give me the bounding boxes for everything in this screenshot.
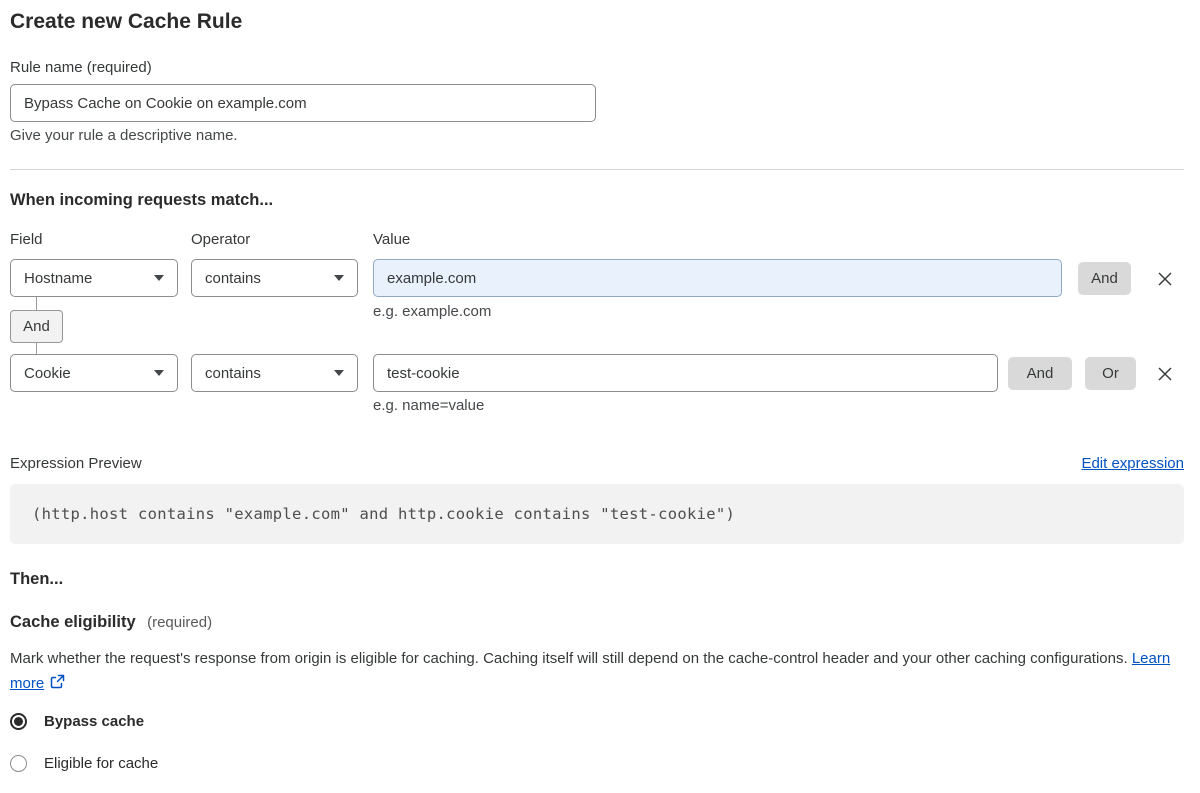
chevron-down-icon [154,275,164,281]
row1-value-hint: e.g. example.com [373,303,492,320]
cache-eligibility-heading: Cache eligibility [10,613,136,631]
expression-code-text: (http.host contains "example.com" and ht… [32,505,736,523]
row2-value-hint: e.g. name=value [373,397,485,414]
section-divider [10,169,1184,170]
row2-value-input[interactable] [373,354,998,392]
external-link-icon [49,673,65,698]
page-title: Create new Cache Rule [10,10,243,33]
row2-and-button[interactable]: And [1008,357,1072,390]
cache-eligibility-description: Mark whether the request's response from… [10,646,1172,698]
rule-name-label: Rule name (required) [10,59,152,76]
column-label-operator: Operator [191,231,251,248]
match-heading: When incoming requests match... [10,191,274,209]
row1-operator-select-value: contains [205,269,261,287]
row2-remove-button[interactable] [1154,363,1176,385]
chevron-down-icon [334,275,344,281]
radio-selected-icon[interactable] [10,713,27,730]
connector-and-button[interactable]: And [10,310,63,343]
edit-expression-link[interactable]: Edit expression [1081,455,1184,472]
description-text: Mark whether the request's response from… [10,650,1128,667]
row2-or-button[interactable]: Or [1085,357,1136,390]
chevron-down-icon [334,370,344,376]
close-icon [1158,367,1172,381]
radio-option-eligible-for-cache[interactable]: Eligible for cache [10,755,158,772]
rule-name-input[interactable] [10,84,596,122]
row1-field-select[interactable]: Hostname [10,259,178,297]
rule-name-helper: Give your rule a descriptive name. [10,127,238,144]
row1-field-select-value: Hostname [24,269,93,287]
row1-value-input[interactable] [373,259,1062,297]
row1-remove-button[interactable] [1154,268,1176,290]
radio-bypass-label: Bypass cache [44,713,145,730]
row2-operator-select[interactable]: contains [191,354,358,392]
column-label-field: Field [10,231,43,248]
radio-option-bypass-cache[interactable]: Bypass cache [10,713,144,730]
expression-preview-code: (http.host contains "example.com" and ht… [10,484,1184,544]
row1-operator-select[interactable]: contains [191,259,358,297]
radio-unselected-icon[interactable] [10,755,27,772]
row2-field-select[interactable]: Cookie [10,354,178,392]
radio-eligible-label: Eligible for cache [44,755,159,772]
chevron-down-icon [154,370,164,376]
then-heading: Then... [10,570,64,588]
column-label-value: Value [373,231,411,248]
row2-field-select-value: Cookie [24,364,71,382]
close-icon [1158,272,1172,286]
row2-operator-select-value: contains [205,364,261,382]
cache-eligibility-heading-row: Cache eligibility (required) [10,613,212,632]
expression-preview-label: Expression Preview [10,455,142,472]
required-note: (required) [147,614,213,631]
row1-and-button[interactable]: And [1078,262,1131,295]
